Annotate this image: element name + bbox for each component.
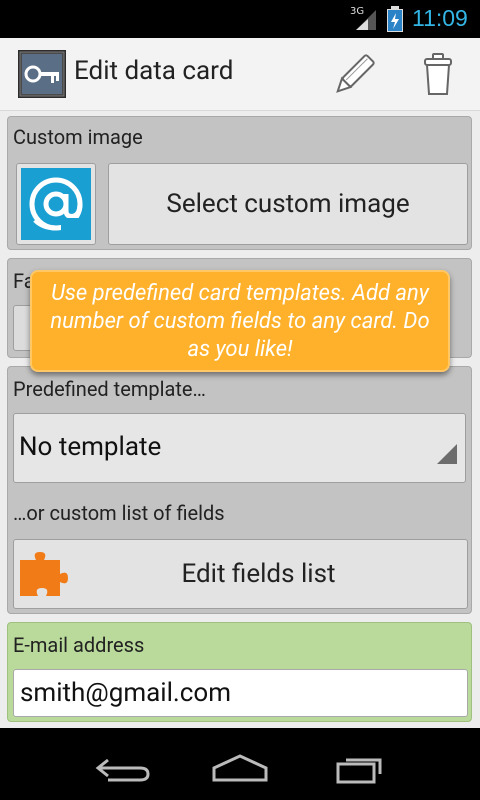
clock: 11:09 bbox=[412, 5, 468, 31]
select-custom-image-button[interactable]: Select custom image bbox=[108, 163, 468, 245]
key-icon[interactable] bbox=[18, 50, 66, 98]
puzzle-piece-icon bbox=[20, 552, 68, 596]
template-selected-value: No template bbox=[19, 432, 162, 462]
navigation-bar bbox=[0, 728, 480, 800]
signal-icon bbox=[356, 10, 376, 30]
at-sign-icon bbox=[29, 177, 91, 240]
custom-image-label: Custom image bbox=[13, 125, 143, 149]
hint-tooltip[interactable]: Use predefined card templates. Add any n… bbox=[30, 270, 450, 372]
template-label: Predefined template… bbox=[13, 377, 206, 401]
custom-image-panel: Custom image Select custom image bbox=[7, 116, 472, 250]
status-bar: 3G 11:09 bbox=[0, 0, 480, 38]
email-field[interactable]: smith@gmail.com bbox=[13, 669, 468, 717]
email-label: E-mail address bbox=[13, 633, 145, 657]
template-dropdown[interactable]: No template bbox=[13, 413, 466, 483]
edit-fields-list-label: Edit fields list bbox=[181, 559, 336, 589]
custom-image-thumbnail[interactable] bbox=[16, 163, 96, 245]
battery-charging-icon bbox=[387, 6, 403, 32]
trash-icon[interactable] bbox=[414, 52, 462, 98]
custom-fields-label: …or custom list of fields bbox=[13, 501, 225, 525]
email-panel: E-mail address smith@gmail.com bbox=[7, 622, 472, 722]
dropdown-corner-icon bbox=[437, 444, 457, 464]
template-panel: Predefined template… No template …or cus… bbox=[7, 366, 472, 614]
select-custom-image-label: Select custom image bbox=[166, 189, 410, 219]
home-icon[interactable] bbox=[204, 742, 276, 786]
edit-fields-list-button[interactable]: Edit fields list bbox=[13, 539, 468, 609]
recent-apps-icon[interactable] bbox=[324, 742, 396, 786]
back-icon[interactable] bbox=[84, 742, 156, 786]
action-bar: Edit data card bbox=[0, 38, 480, 111]
pencil-icon[interactable] bbox=[330, 52, 378, 98]
page-title: Edit data card bbox=[74, 56, 234, 86]
